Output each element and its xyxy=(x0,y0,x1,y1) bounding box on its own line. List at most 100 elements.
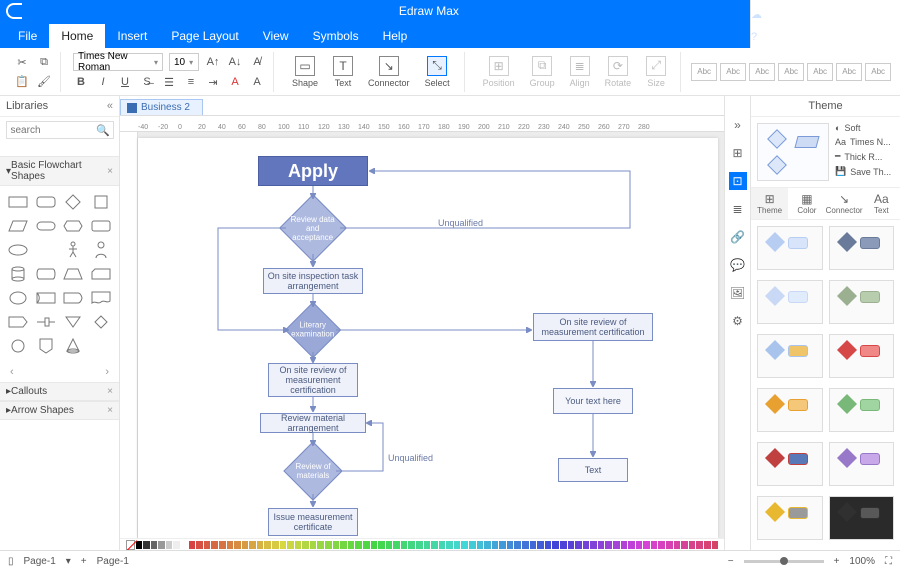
tab-text[interactable]: AaText xyxy=(863,188,900,219)
color-swatch[interactable] xyxy=(469,541,476,549)
shape-cone[interactable] xyxy=(62,336,86,356)
cloud-icon[interactable]: ☁ xyxy=(751,8,890,21)
color-swatch[interactable] xyxy=(545,541,552,549)
tab-connector[interactable]: ↘Connector xyxy=(826,188,863,219)
color-swatch[interactable] xyxy=(666,541,673,549)
color-swatch[interactable] xyxy=(651,541,658,549)
shape-circle[interactable] xyxy=(6,336,30,356)
color-swatch[interactable] xyxy=(355,541,362,549)
theme-swatch[interactable] xyxy=(757,442,823,486)
theme-swatch[interactable] xyxy=(829,388,895,432)
color-swatch[interactable] xyxy=(552,541,559,549)
add-page-icon[interactable]: + xyxy=(81,556,87,567)
color-swatch[interactable] xyxy=(499,541,506,549)
menu-symbols[interactable]: Symbols xyxy=(301,24,371,48)
color-swatch[interactable] xyxy=(484,541,491,549)
section-flowchart[interactable]: ▾ Basic Flowchart Shapes× xyxy=(0,156,119,186)
shape-parallelogram[interactable] xyxy=(6,216,30,236)
opt-font[interactable]: AaTimes N... xyxy=(835,137,891,147)
prev-icon[interactable]: ‹ xyxy=(10,366,14,378)
color-swatch[interactable] xyxy=(333,541,340,549)
color-swatch[interactable] xyxy=(302,541,309,549)
shape-square[interactable] xyxy=(89,192,113,212)
opt-line[interactable]: ━Thick R... xyxy=(835,151,891,162)
color-swatch[interactable] xyxy=(204,541,211,549)
shape-ellipse[interactable] xyxy=(6,240,30,260)
theme-swatch[interactable] xyxy=(829,334,895,378)
shape-rect[interactable] xyxy=(6,192,30,212)
color-swatch[interactable] xyxy=(522,541,529,549)
tab-theme[interactable]: ⊞Theme xyxy=(751,188,788,219)
increase-font-icon[interactable]: A↑ xyxy=(205,54,221,70)
color-swatch[interactable] xyxy=(590,541,597,549)
style-chip[interactable]: Abc xyxy=(778,63,804,81)
cut-icon[interactable]: ✂ xyxy=(14,54,30,70)
shape-terminator[interactable] xyxy=(34,216,58,236)
color-swatch[interactable] xyxy=(461,541,468,549)
shape-cap2[interactable] xyxy=(62,288,86,308)
color-swatch[interactable] xyxy=(136,541,143,549)
shape-pent[interactable] xyxy=(6,312,30,332)
shape-document[interactable] xyxy=(89,288,113,308)
menu-help[interactable]: Help xyxy=(371,24,420,48)
color-swatch[interactable] xyxy=(386,541,393,549)
opt-soft[interactable]: ◐Soft xyxy=(835,123,891,133)
bold-icon[interactable]: B xyxy=(73,74,89,90)
style-chip[interactable]: Abc xyxy=(720,63,746,81)
color-swatch[interactable] xyxy=(628,541,635,549)
help-icon[interactable]: ? xyxy=(751,31,890,43)
strike-icon[interactable]: S̶ xyxy=(139,74,155,90)
color-swatch[interactable] xyxy=(371,541,378,549)
style-chip[interactable]: Abc xyxy=(865,63,891,81)
color-swatch[interactable] xyxy=(249,541,256,549)
close-section-icon[interactable]: × xyxy=(107,405,113,416)
style-chip[interactable]: Abc xyxy=(749,63,775,81)
connector-tool[interactable]: ↘Connector xyxy=(362,56,416,88)
font-size-select[interactable]: 10▾ xyxy=(169,53,199,71)
color-swatch[interactable] xyxy=(143,541,150,549)
color-swatch[interactable] xyxy=(272,541,279,549)
underline-icon[interactable]: U xyxy=(117,74,133,90)
color-swatch[interactable] xyxy=(227,541,234,549)
theme-swatch[interactable] xyxy=(829,496,895,540)
color-swatch[interactable] xyxy=(704,541,711,549)
shape-database[interactable] xyxy=(34,264,58,284)
clear-format-icon[interactable]: A̸ xyxy=(249,54,265,70)
color-swatch[interactable] xyxy=(575,541,582,549)
format-painter-icon[interactable]: 🖌 xyxy=(36,73,52,89)
select-tool[interactable]: ⤡Select xyxy=(419,56,456,88)
comment-icon[interactable]: 💬 xyxy=(729,256,747,274)
color-swatch[interactable] xyxy=(211,541,218,549)
color-swatch[interactable] xyxy=(317,541,324,549)
color-swatch[interactable] xyxy=(310,541,317,549)
theme-swatch[interactable] xyxy=(757,388,823,432)
color-swatch[interactable] xyxy=(348,541,355,549)
style-chip[interactable]: Abc xyxy=(836,63,862,81)
node-issue-cert[interactable]: Issue measurement certificate xyxy=(268,508,358,536)
theme-tool-icon[interactable]: ⊡ xyxy=(729,172,747,190)
color-swatch[interactable] xyxy=(446,541,453,549)
zoom-out-icon[interactable]: − xyxy=(728,556,734,567)
page-label[interactable]: Page-1 xyxy=(24,556,56,567)
color-swatch[interactable] xyxy=(280,541,287,549)
color-swatch[interactable] xyxy=(181,541,188,549)
shape-tool[interactable]: ▭Shape xyxy=(286,56,324,88)
color-swatch[interactable] xyxy=(560,541,567,549)
color-swatch[interactable] xyxy=(173,541,180,549)
font-name-select[interactable]: Times New Roman▾ xyxy=(73,53,163,71)
color-swatch[interactable] xyxy=(189,541,196,549)
zoom-slider[interactable] xyxy=(744,560,824,563)
collapse-libraries-icon[interactable]: « xyxy=(107,100,113,112)
theme-swatch[interactable] xyxy=(757,334,823,378)
color-swatch[interactable] xyxy=(712,541,719,549)
node-onsite-review-meas[interactable]: On site review of measurement certificat… xyxy=(268,363,358,397)
grid-tool-icon[interactable]: ⊞ xyxy=(729,144,747,162)
canvas-tab[interactable]: Business 2 xyxy=(120,99,203,115)
close-section-icon[interactable]: × xyxy=(107,386,113,397)
shape-trap[interactable] xyxy=(62,264,86,284)
node-text[interactable]: Text xyxy=(558,458,628,482)
node-onsite-task[interactable]: On site inspection task arrangement xyxy=(263,268,363,294)
color-swatch[interactable] xyxy=(431,541,438,549)
menu-page-layout[interactable]: Page Layout xyxy=(159,24,250,48)
fit-page-icon[interactable]: ⛶ xyxy=(885,556,892,567)
